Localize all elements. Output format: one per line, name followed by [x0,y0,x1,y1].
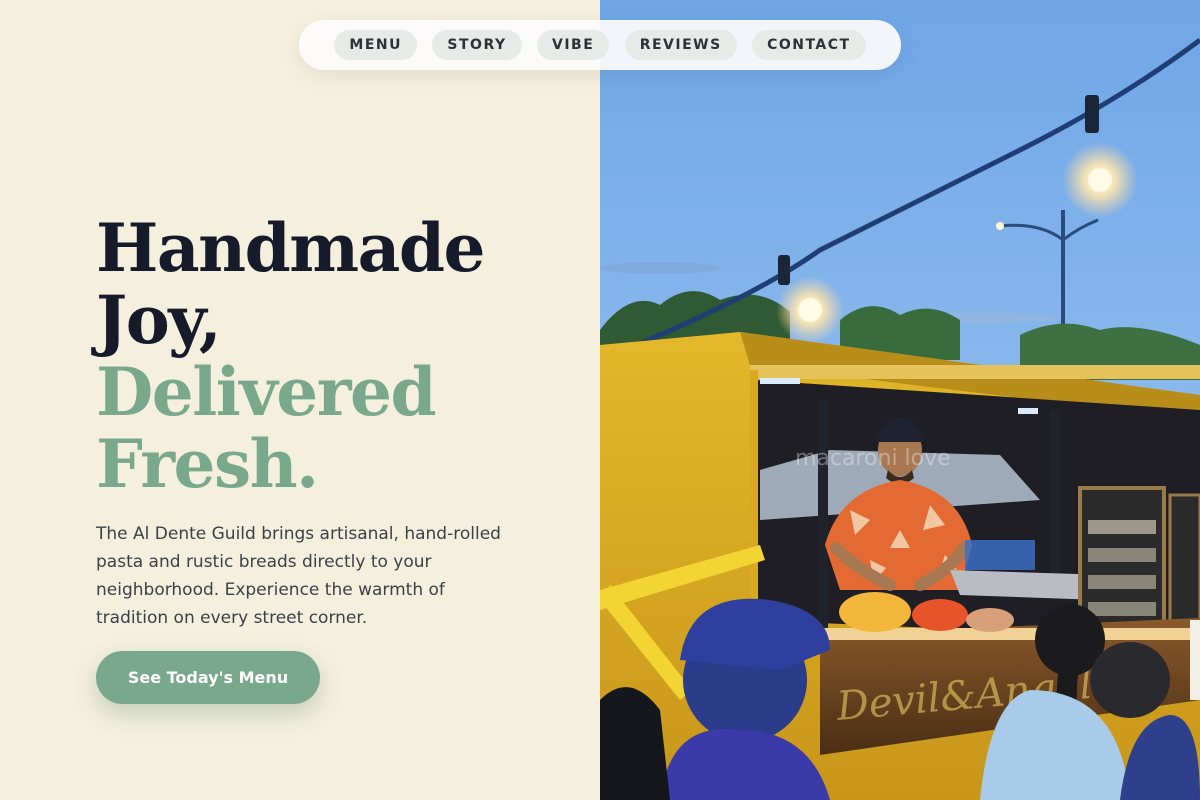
nav-item-menu[interactable]: MENU [334,30,417,60]
nav-item-vibe[interactable]: VIBE [537,30,610,60]
headline-line-1: Handmade [96,209,486,287]
see-menu-button[interactable]: See Today's Menu [96,651,320,704]
nav-item-story[interactable]: STORY [432,30,522,60]
top-navigation: MENU STORY VIBE REVIEWS CONTACT [299,20,901,70]
headline-line-4: Fresh. [96,425,319,503]
svg-text:macaroni love: macaroni love [795,446,951,471]
headline-line-3: Delivered [96,353,437,431]
nav-item-contact[interactable]: CONTACT [752,30,866,60]
food-truck-photo: macaroni love Devil&Angel [600,0,1200,800]
hero-description: The Al Dente Guild brings artisanal, han… [96,524,501,628]
nav-item-reviews[interactable]: REVIEWS [624,30,737,60]
hero-headline: Handmade Joy, Delivered Fresh. [96,212,576,500]
headline-line-2: Joy, [96,281,222,359]
